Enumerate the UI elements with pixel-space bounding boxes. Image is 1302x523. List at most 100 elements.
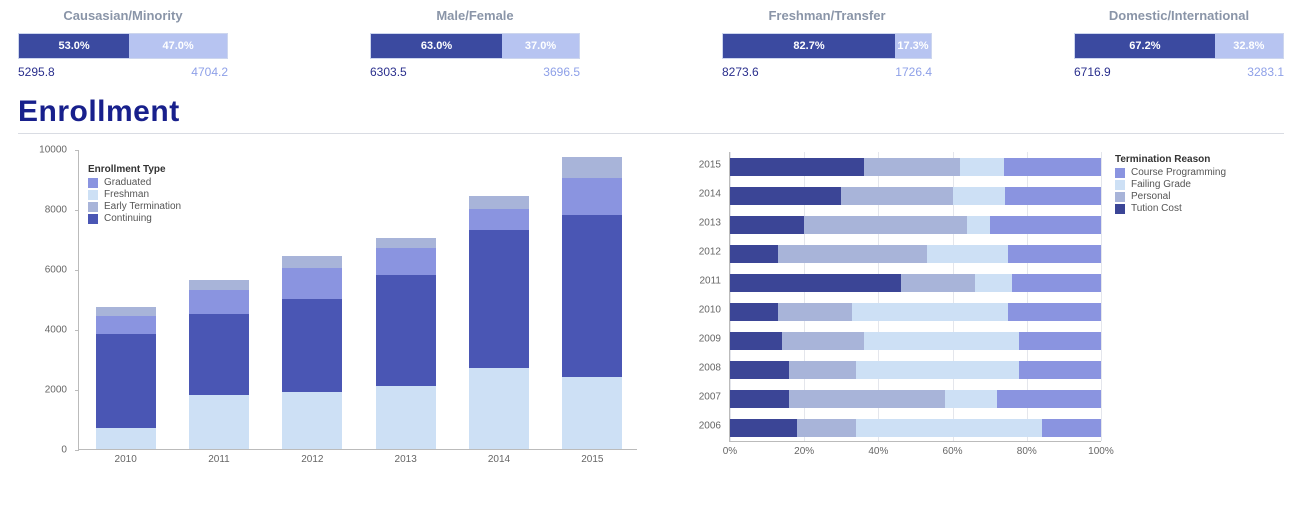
kpi-seg-left: 82.7% bbox=[723, 34, 895, 58]
x-tick-label: 20% bbox=[794, 446, 814, 457]
x-tick-label: 2012 bbox=[282, 454, 342, 465]
kpi-freshman-transfer: Freshman/Transfer 82.7% 17.3% 8273.6 172… bbox=[722, 8, 932, 79]
kpi-title: Domestic/International bbox=[1074, 8, 1284, 23]
bar-segment bbox=[1012, 274, 1101, 292]
x-tick-label: 40% bbox=[868, 446, 888, 457]
x-tick-label: 2010 bbox=[96, 454, 156, 465]
x-tick-label: 2014 bbox=[469, 454, 529, 465]
enrollment-bar bbox=[376, 238, 436, 450]
bar-segment bbox=[960, 158, 1005, 176]
kpi-value-right: 3283.1 bbox=[1247, 65, 1284, 79]
bar-segment bbox=[852, 303, 1008, 321]
termination-plot: 0%20%40%60%80%100% bbox=[729, 152, 1101, 442]
kpi-male-female: Male/Female 63.0% 37.0% 6303.5 3696.5 bbox=[370, 8, 580, 79]
termination-row bbox=[730, 216, 1101, 234]
enrollment-bar bbox=[282, 256, 342, 450]
bar-segment bbox=[967, 216, 989, 234]
bar-segment bbox=[730, 274, 901, 292]
termination-row bbox=[730, 332, 1101, 350]
legend-title: Enrollment Type bbox=[88, 164, 181, 175]
bar-segment bbox=[864, 332, 1020, 350]
legend-item-continuing: Continuing bbox=[88, 213, 181, 224]
legend-label: Tution Cost bbox=[1131, 203, 1182, 214]
y-tick-label: 2006 bbox=[685, 420, 721, 431]
legend-item-personal: Personal bbox=[1115, 191, 1226, 202]
x-tick-label: 100% bbox=[1088, 446, 1114, 457]
kpi-domestic-international: Domestic/International 67.2% 32.8% 6716.… bbox=[1074, 8, 1284, 79]
section-title: Enrollment bbox=[18, 95, 1284, 129]
bar-segment bbox=[990, 216, 1101, 234]
legend-label: Early Termination bbox=[104, 201, 181, 212]
legend-item-graduated: Graduated bbox=[88, 177, 181, 188]
bar-segment bbox=[376, 238, 436, 249]
termination-legend: Termination Reason Course Programming Fa… bbox=[1115, 154, 1226, 215]
bar-segment bbox=[189, 314, 249, 395]
y-tick-label: 4000 bbox=[27, 325, 67, 336]
x-tick-label: 80% bbox=[1017, 446, 1037, 457]
legend-item-freshman: Freshman bbox=[88, 189, 181, 200]
bar-segment bbox=[189, 280, 249, 291]
termination-row bbox=[730, 274, 1101, 292]
section-rule bbox=[18, 133, 1284, 134]
kpi-value-left: 6716.9 bbox=[1074, 65, 1111, 79]
kpi-values: 8273.6 1726.4 bbox=[722, 65, 932, 79]
swatch-icon bbox=[88, 178, 98, 188]
y-tick-label: 2007 bbox=[685, 391, 721, 402]
bar-segment bbox=[1004, 158, 1100, 176]
kpi-seg-left: 53.0% bbox=[19, 34, 129, 58]
kpi-bar: 63.0% 37.0% bbox=[370, 33, 580, 59]
y-tick-label: 2010 bbox=[685, 304, 721, 315]
swatch-icon bbox=[88, 202, 98, 212]
legend-item-tuition-cost: Tution Cost bbox=[1115, 203, 1226, 214]
kpi-caucasian-minority: Causasian/Minority 53.0% 47.0% 5295.8 47… bbox=[18, 8, 228, 79]
kpi-values: 5295.8 4704.2 bbox=[18, 65, 228, 79]
bar-segment bbox=[189, 395, 249, 449]
legend-title: Termination Reason bbox=[1115, 154, 1226, 165]
enrollment-chart: 201020112012201320142015 Enrollment Type… bbox=[18, 150, 647, 470]
legend-item-failing-grade: Failing Grade bbox=[1115, 179, 1226, 190]
kpi-bar: 67.2% 32.8% bbox=[1074, 33, 1284, 59]
bar-segment bbox=[730, 419, 797, 437]
bar-segment bbox=[804, 216, 967, 234]
bar-segment bbox=[856, 419, 1042, 437]
kpi-title: Freshman/Transfer bbox=[722, 8, 932, 23]
y-tick-label: 2013 bbox=[685, 217, 721, 228]
bar-segment bbox=[469, 368, 529, 449]
legend-label: Freshman bbox=[104, 189, 149, 200]
bar-segment bbox=[376, 275, 436, 386]
bar-segment bbox=[96, 316, 156, 334]
bar-segment bbox=[782, 332, 864, 350]
bar-segment bbox=[562, 178, 622, 216]
termination-row bbox=[730, 187, 1101, 205]
x-tick-label: 2011 bbox=[189, 454, 249, 465]
bar-segment bbox=[469, 196, 529, 210]
swatch-icon bbox=[1115, 192, 1125, 202]
termination-row bbox=[730, 390, 1101, 408]
termination-row bbox=[730, 303, 1101, 321]
bar-segment bbox=[945, 390, 997, 408]
enrollment-legend: Enrollment Type Graduated Freshman Early… bbox=[88, 164, 181, 225]
kpi-seg-right: 17.3% bbox=[895, 34, 931, 58]
bar-segment bbox=[997, 390, 1101, 408]
bar-segment bbox=[953, 187, 1005, 205]
bar-segment bbox=[1042, 419, 1101, 437]
y-tick-label: 2000 bbox=[27, 385, 67, 396]
enrollment-bar bbox=[469, 196, 529, 450]
x-tick-label: 60% bbox=[943, 446, 963, 457]
y-tick-label: 2009 bbox=[685, 333, 721, 344]
kpi-values: 6716.9 3283.1 bbox=[1074, 65, 1284, 79]
swatch-icon bbox=[1115, 168, 1125, 178]
kpi-value-right: 3696.5 bbox=[543, 65, 580, 79]
kpi-row: Causasian/Minority 53.0% 47.0% 5295.8 47… bbox=[18, 8, 1284, 79]
bar-segment bbox=[282, 256, 342, 268]
bar-segment bbox=[562, 377, 622, 449]
bar-segment bbox=[730, 216, 804, 234]
bar-segment bbox=[562, 215, 622, 377]
bar-segment bbox=[282, 268, 342, 300]
y-tick-label: 0 bbox=[27, 445, 67, 456]
bar-segment bbox=[282, 299, 342, 392]
kpi-value-left: 6303.5 bbox=[370, 65, 407, 79]
legend-label: Personal bbox=[1131, 191, 1170, 202]
kpi-seg-right: 47.0% bbox=[129, 34, 227, 58]
legend-item-course-programming: Course Programming bbox=[1115, 167, 1226, 178]
